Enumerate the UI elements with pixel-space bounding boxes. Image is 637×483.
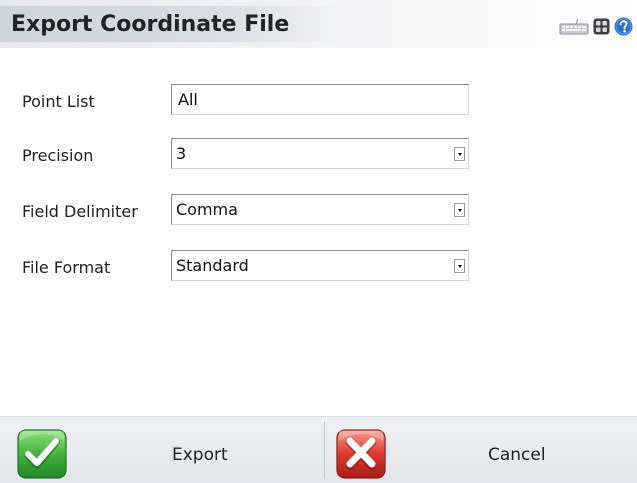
button-bar: Export Cancel [0, 416, 637, 483]
close-x-icon [336, 429, 386, 479]
field-delimiter-row: Field Delimiter Comma [0, 194, 637, 226]
precision-select[interactable]: 3 [171, 138, 469, 169]
keyboard-icon[interactable] [559, 18, 589, 39]
precision-dropdown-arrow-icon[interactable] [454, 147, 465, 161]
file-format-select[interactable]: Standard [171, 250, 469, 281]
precision-label: Precision [22, 146, 94, 165]
precision-row: Precision 3 [0, 138, 637, 170]
export-coordinate-file-window: Export Coordinate File Point List All Pr… [0, 0, 637, 483]
export-form: Point List All Precision 3 Field Delimit… [0, 48, 637, 416]
checkmark-icon [17, 429, 67, 479]
title-bar-icons [559, 17, 633, 40]
field-delimiter-value: Comma [176, 200, 238, 219]
cancel-button[interactable]: Cancel [325, 417, 637, 483]
point-list-value: All [178, 90, 198, 109]
page-title: Export Coordinate File [11, 12, 290, 37]
apps-grid-icon[interactable] [593, 18, 610, 39]
file-format-label: File Format [22, 258, 111, 277]
field-delimiter-label: Field Delimiter [22, 202, 138, 221]
field-delimiter-select[interactable]: Comma [171, 194, 469, 225]
precision-value: 3 [176, 144, 187, 163]
title-bar: Export Coordinate File [0, 0, 637, 48]
help-icon[interactable] [614, 17, 633, 40]
file-format-row: File Format Standard [0, 250, 637, 282]
export-button[interactable]: Export [0, 417, 324, 483]
point-list-label: Point List [22, 92, 95, 111]
export-button-label: Export [172, 445, 228, 465]
file-format-value: Standard [176, 256, 249, 275]
file-format-dropdown-arrow-icon[interactable] [454, 259, 465, 273]
field-delimiter-dropdown-arrow-icon[interactable] [454, 203, 465, 217]
point-list-row: Point List All [0, 84, 637, 116]
cancel-button-label: Cancel [488, 445, 546, 465]
point-list-input[interactable]: All [171, 84, 469, 115]
